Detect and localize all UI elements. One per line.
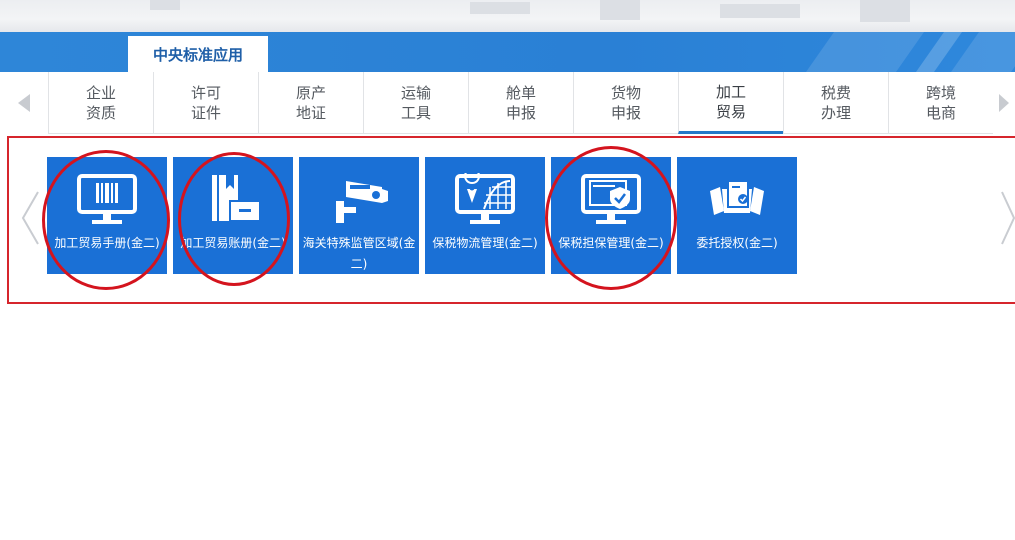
category-next-button[interactable]: [993, 72, 1015, 134]
category-tab-1[interactable]: 许可 证件: [153, 72, 258, 134]
tile-label: 海关特殊监管区域(金二): [302, 236, 416, 271]
category-tab-6[interactable]: 加工 贸易: [678, 72, 783, 134]
carousel-prev-icon[interactable]: [20, 190, 40, 246]
category-prev-button[interactable]: [0, 72, 48, 134]
category-tab-7[interactable]: 税费 办理: [783, 72, 888, 134]
chevron-right-icon: [999, 94, 1009, 112]
category-tab-0[interactable]: 企业 资质: [48, 72, 153, 134]
category-nav: 企业 资质 许可 证件 原产 地证 运输 工具 舱单 申报 货物 申报 加工 贸易 税费 办理…: [0, 72, 1015, 134]
category-tab-5[interactable]: 货物 申报: [573, 72, 678, 134]
highlight-circle: [545, 146, 677, 290]
tile-bonded-logistics[interactable]: 保税物流管理(金二): [425, 157, 545, 274]
page-root: 中央标准应用 企业 资质 许可 证件 原产 地证 运输 工具 舱单 申报 货物 申报 加工 …: [0, 0, 1015, 540]
handshake-document-icon: [710, 180, 764, 215]
highlight-circle: [42, 150, 170, 290]
tile-delegated-authorization[interactable]: 委托授权(金二): [677, 157, 797, 274]
tab-central-standard-apps[interactable]: 中央标准应用: [128, 36, 268, 72]
category-tab-3[interactable]: 运输 工具: [363, 72, 468, 134]
tile-label: 委托授权(金二): [696, 236, 778, 250]
category-tab-4[interactable]: 舱单 申报: [468, 72, 573, 134]
chevron-left-icon: [18, 94, 30, 112]
monitor-location-globe-icon: [455, 173, 515, 224]
header-background: [0, 0, 1015, 32]
category-tab-2[interactable]: 原产 地证: [258, 72, 363, 134]
carousel-next-icon[interactable]: [1000, 190, 1015, 246]
tile-label: 保税物流管理(金二): [432, 236, 538, 250]
category-tab-8[interactable]: 跨境 电商: [888, 72, 993, 134]
highlight-circle: [178, 152, 290, 286]
tile-customs-special-zone[interactable]: 海关特殊监管区域(金二): [299, 157, 419, 274]
surveillance-camera-icon: [336, 181, 388, 223]
